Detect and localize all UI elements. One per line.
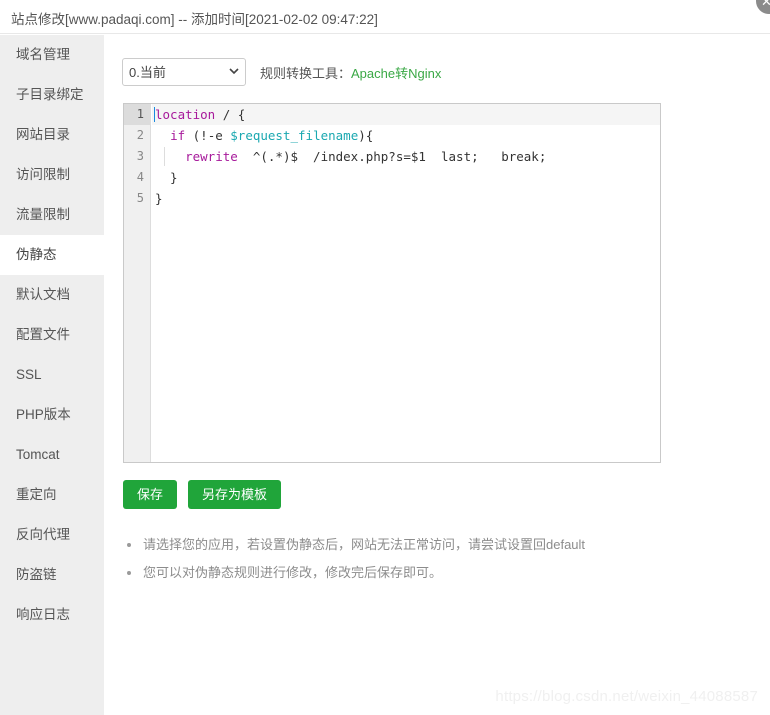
window-titlebar: 站点修改[www.padaqi.com] -- 添加时间[2021-02-02 … (0, 0, 770, 34)
code-line: rewrite ^(.*)$ /index.php?s=$1 last; bre… (152, 146, 660, 167)
code-token: / { (215, 107, 245, 122)
sidebar-item-8[interactable]: SSL (0, 355, 104, 395)
app-select-wrapper: 0.当前 (122, 58, 246, 86)
code-token: } (155, 191, 163, 206)
sidebar: 域名管理子目录绑定网站目录访问限制流量限制伪静态默认文档配置文件 SSL PHP版本… (0, 35, 104, 715)
watermark: https://blog.csdn.net/weixin_44088587 (495, 688, 758, 705)
editor-code-area[interactable]: location / { if (!-e $request_filename){… (152, 104, 660, 462)
toolbar: 0.当前 规则转换工具： Apache转Nginx (122, 58, 441, 86)
sidebar-item-3[interactable]: 访问限制 (0, 155, 104, 195)
help-notes-list: 请选择您的应用，若设置伪静态后，网站无法正常访问，请尝试设置回default 您可… (124, 535, 724, 591)
sidebar-item-2[interactable]: 网站目录 (0, 115, 104, 155)
sidebar-item-0[interactable]: 域名管理 (0, 35, 104, 75)
sidebar-item-label: 反向代理 (16, 527, 70, 542)
sidebar-item-label: 重定向 (16, 487, 57, 502)
save-button[interactable]: 保存 (123, 480, 177, 509)
code-token: (!-e (185, 128, 230, 143)
code-token (155, 149, 185, 164)
close-button[interactable]: ✕ (754, 0, 770, 16)
sidebar-item-label: 访问限制 (16, 167, 70, 182)
sidebar-item-label: SSL (16, 367, 42, 382)
page-title: 站点修改[www.padaqi.com] -- 添加时间[2021-02-02 … (11, 8, 378, 28)
sidebar-item-label: 伪静态 (16, 247, 57, 262)
code-line: } (152, 188, 660, 209)
code-token: rewrite (185, 149, 238, 164)
close-icon: ✕ (761, 0, 770, 8)
sidebar-item-4[interactable]: 流量限制 (0, 195, 104, 235)
sidebar-item-14[interactable]: 响应日志 (0, 595, 104, 635)
code-token: ^(.*)$ /index.php?s=$1 last; break; (238, 149, 547, 164)
sidebar-item-label: 配置文件 (16, 327, 70, 342)
line-number: 1 (124, 104, 150, 125)
line-number: 3 (124, 146, 150, 167)
code-token: $request_filename (230, 128, 358, 143)
code-line: location / { (152, 104, 660, 125)
sidebar-item-13[interactable]: 防盗链 (0, 555, 104, 595)
line-number: 5 (124, 188, 150, 209)
rewrite-rule-select[interactable]: 0.当前 (122, 58, 246, 86)
sidebar-item-label: PHP版本 (16, 407, 71, 422)
sidebar-item-label: 默认文档 (16, 287, 70, 302)
sidebar-item-12[interactable]: 反向代理 (0, 515, 104, 555)
main-content: 0.当前 规则转换工具： Apache转Nginx 12345 location… (104, 35, 770, 715)
sidebar-item-11[interactable]: 重定向 (0, 475, 104, 515)
sidebar-item-label: 响应日志 (16, 607, 70, 622)
converter-label: 规则转换工具： (260, 63, 351, 82)
sidebar-item-label: 域名管理 (16, 47, 70, 62)
code-token: location (155, 107, 215, 122)
sidebar-item-10[interactable]: Tomcat (0, 435, 104, 475)
code-token: if (170, 128, 185, 143)
indent-guide (164, 147, 165, 166)
sidebar-item-label: 防盗链 (16, 567, 57, 582)
code-line: if (!-e $request_filename){ (152, 125, 660, 146)
line-number: 4 (124, 167, 150, 188)
page-body: 域名管理子目录绑定网站目录访问限制流量限制伪静态默认文档配置文件 SSL PHP版本… (0, 35, 770, 715)
apache-to-nginx-link[interactable]: Apache转Nginx (351, 63, 441, 82)
editor-actions: 保存 另存为模板 (123, 480, 281, 509)
save-as-template-button[interactable]: 另存为模板 (188, 480, 281, 509)
sidebar-item-label: Tomcat (16, 447, 60, 462)
code-token: } (155, 170, 178, 185)
sidebar-item-label: 流量限制 (16, 207, 70, 222)
help-note: 请选择您的应用，若设置伪静态后，网站无法正常访问，请尝试设置回default (124, 535, 724, 554)
sidebar-item-label: 网站目录 (16, 127, 70, 142)
help-note: 您可以对伪静态规则进行修改，修改完后保存即可。 (124, 563, 724, 582)
code-token (155, 128, 170, 143)
line-number: 2 (124, 125, 150, 146)
sidebar-item-label: 子目录绑定 (16, 87, 84, 102)
code-token: ){ (358, 128, 373, 143)
editor-line-number-gutter: 12345 (124, 104, 151, 462)
sidebar-item-7[interactable]: 配置文件 (0, 315, 104, 355)
sidebar-item-1[interactable]: 子目录绑定 (0, 75, 104, 115)
sidebar-item-9[interactable]: PHP版本 (0, 395, 104, 435)
sidebar-item-6[interactable]: 默认文档 (0, 275, 104, 315)
rewrite-rule-editor[interactable]: 12345 location / { if (!-e $request_file… (123, 103, 661, 463)
sidebar-item-5[interactable]: 伪静态 (0, 235, 104, 275)
code-line: } (152, 167, 660, 188)
